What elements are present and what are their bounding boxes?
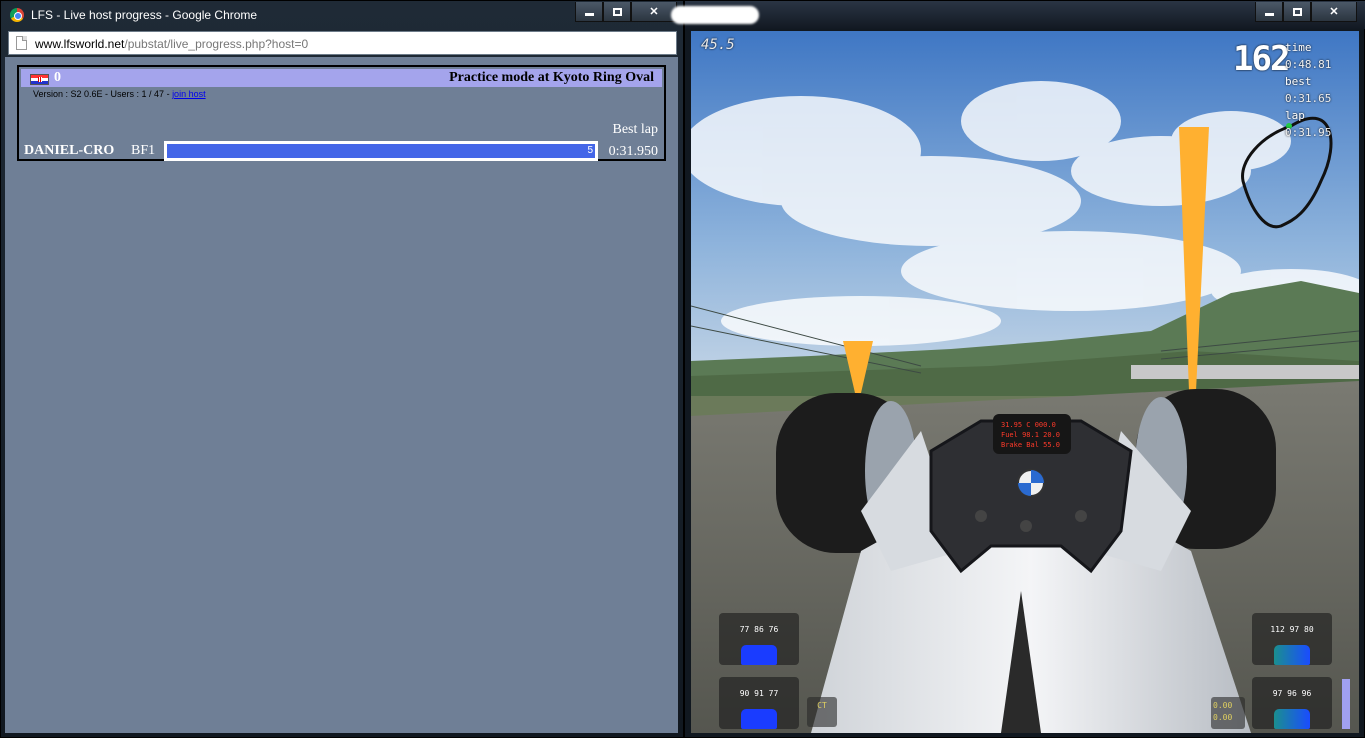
lap-value: 0:31.95	[1285, 126, 1332, 139]
tyre-icon	[741, 709, 777, 729]
game-window: ✕ 31.95 C 000.0 Fuel 98.1 20.0 Brake Bal…	[671, 0, 1365, 738]
game-maximize-button[interactable]	[1283, 2, 1311, 22]
address-bar[interactable]: www.lfsworld.net/pubstat/live_progress.p…	[8, 31, 677, 55]
host-header: 0 Practice mode at Kyoto Ring Oval	[21, 69, 662, 87]
lap-progress-fill	[167, 144, 595, 158]
svg-text:Brake Bal 55.0: Brake Bal 55.0	[1001, 441, 1060, 449]
croatia-flag-icon	[30, 74, 49, 85]
redacted-title	[671, 6, 759, 24]
version-text: Version : S2 0.6E - Users : 1 / 47 -	[33, 89, 173, 99]
tyre-temps-rear-right: 97 96 96	[1272, 689, 1312, 698]
url-path: /pubstat/live_progress.php?host=0	[124, 37, 309, 51]
minimize-icon	[584, 13, 594, 16]
minimize-button[interactable]	[575, 2, 603, 22]
url-text[interactable]: www.lfsworld.net/pubstat/live_progress.p…	[35, 37, 308, 51]
fps-counter: 45.5	[701, 37, 735, 53]
best-lap-header: Best lap	[612, 122, 659, 137]
close-button[interactable]: ✕	[631, 2, 677, 22]
chrome-logo-icon	[10, 8, 24, 22]
tyre-icon	[1274, 645, 1310, 665]
lap-label: lap	[1285, 109, 1305, 122]
lap-progress-bar: 5	[164, 141, 598, 161]
game-viewport[interactable]: 31.95 C 000.0 Fuel 98.1 20.0 Brake Bal 5…	[691, 31, 1359, 733]
host-number: 0	[54, 70, 61, 85]
tyre-temps-front-right: 112 97 80	[1270, 625, 1314, 634]
ct-indicator: CT	[807, 697, 837, 727]
maximize-button[interactable]	[603, 2, 631, 22]
minimize-icon	[1264, 13, 1274, 16]
version-line: Version : S2 0.6E - Users : 1 / 47 - joi…	[33, 89, 206, 99]
tyre-temps-front-left: 77 86 76	[739, 625, 779, 634]
game-titlebar: ✕	[671, 1, 1365, 29]
small-gauge: 0.00 0.00	[1211, 697, 1245, 729]
tyre-temps-rear-left: 90 91 77	[739, 689, 779, 698]
page-icon	[16, 36, 27, 50]
throttle-meter	[1342, 679, 1350, 729]
svg-text:Fuel 98.1 20.0: Fuel 98.1 20.0	[1001, 431, 1060, 439]
time-value: 0:48.81	[1285, 58, 1332, 71]
tyre-panel-front-right: 112 97 80	[1252, 613, 1332, 665]
close-icon: ✕	[1329, 6, 1339, 18]
player-best-lap: 0:31.950	[608, 144, 658, 159]
small-gauge-value-1: 0.00	[1213, 701, 1233, 710]
tyre-panel-front-left: 77 86 76	[719, 613, 799, 665]
maximize-icon	[1292, 7, 1302, 16]
maximize-icon	[612, 7, 622, 16]
window-title: LFS - Live host progress - Google Chrome	[31, 8, 258, 22]
lap-timing: time 0:48.81 best 0:31.65 lap 0:31.95	[1285, 39, 1359, 141]
tyre-icon	[1274, 709, 1310, 729]
close-icon: ✕	[649, 6, 659, 18]
game-minimize-button[interactable]	[1255, 2, 1283, 22]
tyre-icon	[741, 645, 777, 665]
browser-window: LFS - Live host progress - Google Chrome…	[0, 0, 684, 738]
host-progress-table: 0 Practice mode at Kyoto Ring Oval Versi…	[17, 65, 666, 161]
tyre-panel-rear-right: 97 96 96	[1252, 677, 1332, 729]
tyre-panel-rear-left: 90 91 77	[719, 677, 799, 729]
host-mode-title: Practice mode at Kyoto Ring Oval	[449, 70, 654, 85]
join-host-link[interactable]: join host	[172, 89, 206, 99]
page-viewport: 0 Practice mode at Kyoto Ring Oval Versi…	[5, 57, 678, 733]
time-label: time	[1285, 41, 1312, 54]
player-name: DANIEL-CRO	[24, 143, 115, 158]
lap-count: 5	[587, 145, 593, 156]
best-label: best	[1285, 75, 1312, 88]
browser-titlebar: LFS - Live host progress - Google Chrome…	[1, 1, 685, 29]
best-value: 0:31.65	[1285, 92, 1332, 105]
barrier	[1131, 365, 1359, 379]
svg-text:31.95 C 000.0: 31.95 C 000.0	[1001, 421, 1056, 429]
speedometer: 162	[1233, 39, 1290, 79]
small-gauge-value-2: 0.00	[1213, 713, 1233, 722]
url-host: www.lfsworld.net	[35, 37, 125, 51]
player-car: BF1	[131, 143, 156, 158]
game-close-button[interactable]: ✕	[1311, 2, 1357, 22]
